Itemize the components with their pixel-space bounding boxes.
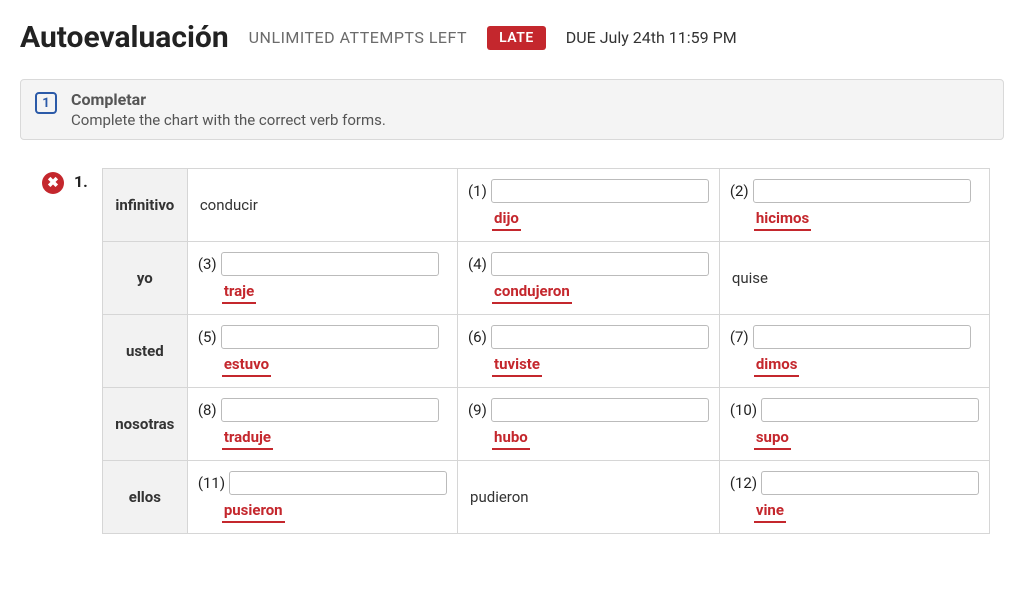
row-label: nosotras: [102, 388, 187, 461]
table-cell: conducir: [187, 169, 457, 242]
table-cell: (10) supo: [719, 388, 989, 461]
row-label: infinitivo: [102, 169, 187, 242]
blank-number: (4): [468, 255, 487, 273]
table-row: infinitivo conducir (1) dijo (2): [102, 169, 989, 242]
static-value: conducir: [198, 182, 447, 228]
correct-answer: traje: [222, 282, 256, 304]
correct-answer: hicimos: [754, 209, 811, 231]
static-value: quise: [730, 255, 979, 301]
row-label: ellos: [102, 461, 187, 534]
correct-answer: estuvo: [222, 355, 271, 377]
row-label: yo: [102, 242, 187, 315]
table-cell: quise: [719, 242, 989, 315]
blank-number: (7): [730, 328, 749, 346]
answer-input[interactable]: [221, 398, 439, 422]
answer-input[interactable]: [229, 471, 447, 495]
blank-number: (12): [730, 474, 757, 492]
table-cell: (5) estuvo: [187, 315, 457, 388]
instructions-panel: 1 Completar Complete the chart with the …: [20, 79, 1004, 140]
blank-number: (8): [198, 401, 217, 419]
answer-input[interactable]: [761, 398, 979, 422]
table-row: ellos (11) pusieron pudieron (12): [102, 461, 989, 534]
answer-input[interactable]: [491, 325, 709, 349]
conjugation-table: infinitivo conducir (1) dijo (2): [102, 168, 990, 534]
table-row: usted (5) estuvo (6) tuviste: [102, 315, 989, 388]
table-cell: (12) vine: [719, 461, 989, 534]
correct-answer: hubo: [492, 428, 530, 450]
blank-number: (1): [468, 182, 487, 200]
row-label: usted: [102, 315, 187, 388]
correct-answer: condujeron: [492, 282, 572, 304]
correct-answer: tuviste: [492, 355, 542, 377]
blank-number: (5): [198, 328, 217, 346]
assignment-header: Autoevaluación UNLIMITED ATTEMPTS LEFT L…: [20, 20, 1004, 55]
blank-number: (2): [730, 182, 749, 200]
page-title: Autoevaluación: [20, 20, 229, 55]
table-cell: (6) tuviste: [458, 315, 720, 388]
instructions-subtitle: Complete the chart with the correct verb…: [71, 111, 386, 129]
table-row: yo (3) traje (4) condujeron: [102, 242, 989, 315]
table-cell: (2) hicimos: [719, 169, 989, 242]
table-cell: (8) traduje: [187, 388, 457, 461]
static-value: pudieron: [468, 474, 709, 520]
question-block: ✖ 1. infinitivo conducir (1) dijo: [42, 168, 1004, 534]
blank-number: (3): [198, 255, 217, 273]
table-cell: (9) hubo: [458, 388, 720, 461]
table-row: nosotras (8) traduje (9) hubo: [102, 388, 989, 461]
table-cell: (7) dimos: [719, 315, 989, 388]
answer-input[interactable]: [491, 179, 709, 203]
answer-input[interactable]: [221, 325, 439, 349]
correct-answer: dimos: [754, 355, 800, 377]
instructions-text: Completar Complete the chart with the co…: [71, 90, 386, 129]
table-cell: (4) condujeron: [458, 242, 720, 315]
answer-input[interactable]: [221, 252, 439, 276]
answer-input[interactable]: [753, 325, 971, 349]
correct-answer: traduje: [222, 428, 273, 450]
blank-number: (6): [468, 328, 487, 346]
answer-input[interactable]: [753, 179, 971, 203]
answer-input[interactable]: [491, 252, 709, 276]
table-cell: (3) traje: [187, 242, 457, 315]
incorrect-icon: ✖: [42, 172, 64, 194]
correct-answer: pusieron: [222, 501, 285, 523]
answer-input[interactable]: [491, 398, 709, 422]
instructions-title: Completar: [71, 90, 386, 109]
status-badge: LATE: [487, 26, 546, 50]
correct-answer: vine: [754, 501, 786, 523]
step-number: 1: [35, 92, 57, 114]
table-cell: (11) pusieron: [187, 461, 457, 534]
correct-answer: dijo: [492, 209, 521, 231]
blank-number: (10): [730, 401, 757, 419]
attempts-left: UNLIMITED ATTEMPTS LEFT: [249, 28, 467, 47]
answer-input[interactable]: [761, 471, 979, 495]
blank-number: (9): [468, 401, 487, 419]
correct-answer: supo: [754, 428, 791, 450]
due-date: DUE July 24th 11:59 PM: [566, 28, 737, 47]
table-cell: (1) dijo: [458, 169, 720, 242]
blank-number: (11): [198, 474, 225, 492]
table-cell: pudieron: [458, 461, 720, 534]
question-number: 1.: [74, 172, 88, 191]
